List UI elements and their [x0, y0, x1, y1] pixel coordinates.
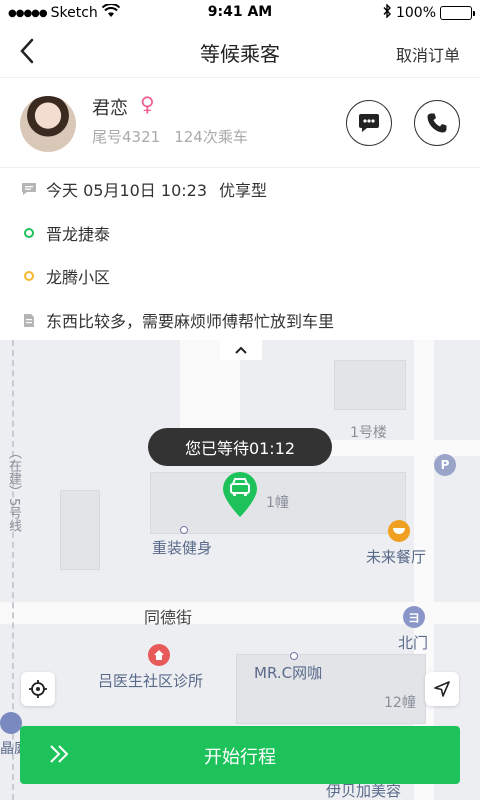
cancel-order-button[interactable]: 取消订单 — [396, 42, 460, 66]
north-gate-icon: ヨ — [403, 606, 425, 628]
left-poi-icon — [0, 712, 22, 734]
passenger-name: 君恋 — [92, 98, 128, 119]
trip-info: 今天 05月10日 10:23 优享型 晋龙捷泰 龙腾小区 东西比较多，需要麻烦… — [0, 168, 480, 340]
battery-percent: 100% — [395, 5, 436, 21]
map-label-net-cafe: MR.C网咖 — [254, 664, 323, 682]
map-label-restaurant: 未来餐厅 — [366, 548, 427, 566]
chat-icon — [20, 180, 38, 198]
battery-icon — [440, 6, 475, 20]
ride-count: 124次乘车 — [174, 128, 248, 146]
service-type: 优享型 — [219, 181, 268, 200]
crosshair-icon — [29, 680, 47, 698]
car-pin-icon — [223, 472, 257, 517]
status-right: 100% — [382, 3, 475, 22]
map-label-clinic: 吕医生社区诊所 — [98, 672, 204, 690]
note-icon — [20, 311, 38, 329]
building-block — [334, 360, 406, 410]
locate-button[interactable] — [21, 672, 55, 706]
map-label-left-poi: 晶庭 — [0, 741, 20, 757]
map-label-building-12: 12幢 — [384, 695, 416, 711]
female-icon: ♀ — [140, 92, 155, 116]
note-row: 东西比较多，需要麻烦师傅帮忙放到车里 — [20, 308, 334, 332]
message-button[interactable] — [346, 100, 392, 146]
status-bar: ●●●●● Sketch 9:41 AM 100% — [0, 0, 480, 26]
passenger-card: 君恋 ♀ 尾号4321 124次乘车 — [0, 78, 480, 168]
pickup-row: 晋龙捷泰 — [20, 221, 110, 245]
trip-time-row: 今天 05月10日 10:23 优享型 — [20, 177, 267, 201]
map-label-side-road: （在建）5号线 — [6, 446, 21, 533]
dropoff-location: 龙腾小区 — [46, 268, 111, 287]
trip-note: 东西比较多，需要麻烦师傅帮忙放到车里 — [46, 312, 335, 331]
map-label-north-gate: 北门 — [398, 634, 429, 652]
clinic-icon — [148, 644, 170, 666]
navigation-arrow-icon — [434, 681, 450, 697]
building-block — [60, 490, 100, 570]
collapse-button[interactable] — [220, 340, 262, 360]
start-trip-label: 开始行程 — [204, 747, 276, 768]
trip-datetime: 今天 05月10日 10:23 — [46, 181, 208, 200]
map-label-building-1-zhuang: 1幢 — [266, 495, 289, 511]
passenger-meta: 尾号4321 124次乘车 — [92, 126, 248, 147]
dropoff-dot-icon — [20, 267, 38, 285]
parking-icon: P — [434, 454, 456, 476]
map-label-building-1: 1号楼 — [350, 425, 387, 441]
map-dot — [290, 652, 298, 660]
map-label-street: 同德街 — [144, 608, 193, 627]
pickup-dot-icon — [20, 224, 38, 242]
road-upper-right — [330, 440, 480, 456]
phone-icon — [427, 113, 447, 133]
message-icon — [359, 114, 379, 132]
map-dot — [180, 526, 188, 534]
pickup-location: 晋龙捷泰 — [46, 225, 111, 244]
start-trip-button[interactable]: 开始行程 — [20, 726, 460, 784]
nav-bar: 等候乘客 取消订单 — [0, 26, 480, 78]
wait-time-bubble: 您已等待01:12 — [148, 428, 332, 466]
call-button[interactable] — [414, 100, 460, 146]
restaurant-icon — [388, 520, 410, 542]
map-label-gym: 重装健身 — [152, 539, 213, 557]
avatar — [20, 96, 76, 152]
dropoff-row: 龙腾小区 — [20, 264, 110, 288]
chevron-up-icon — [235, 346, 247, 354]
tail-number: 尾号4321 — [92, 128, 161, 146]
navigate-button[interactable] — [425, 672, 459, 706]
bluetooth-icon — [382, 3, 392, 22]
